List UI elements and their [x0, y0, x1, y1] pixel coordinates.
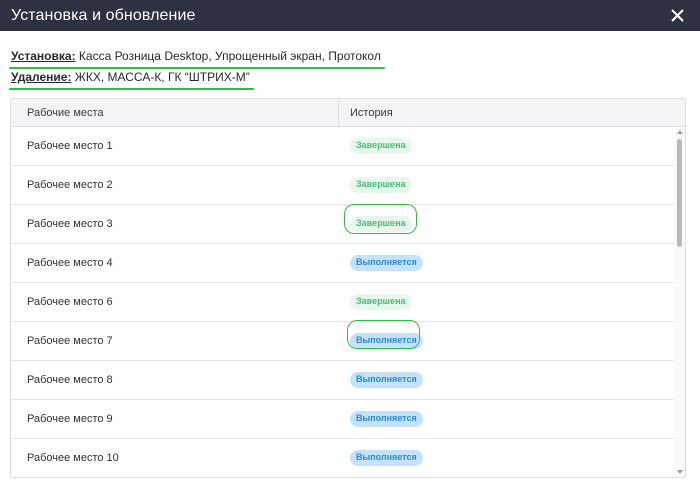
install-line: Установка: Касса Розница Desktop, Упроще… — [9, 47, 385, 69]
table-row[interactable]: Рабочее место 2 Завершена — [11, 166, 685, 205]
table-row[interactable]: Рабочее место 9 Выполняется — [11, 400, 685, 439]
dialog-header: Установка и обновление — [0, 0, 700, 31]
workplace-name: Рабочее место 7 — [27, 335, 113, 347]
status-badge: Выполняется — [350, 255, 423, 271]
column-header-workplaces[interactable]: Рабочие места — [11, 99, 339, 126]
install-info: Установка: Касса Розница Desktop, Упроще… — [9, 47, 385, 90]
status-badge: Выполняется — [350, 450, 423, 466]
status-badge: Завершена — [350, 177, 412, 193]
table-scrollbar[interactable] — [675, 127, 685, 477]
workplace-name: Рабочее место 3 — [27, 218, 113, 230]
table-row[interactable]: Рабочее место 3 Завершена — [11, 204, 685, 244]
status-highlight-box — [344, 204, 417, 234]
table-row[interactable]: Рабочее место 4 Выполняется — [11, 244, 685, 283]
status-highlight-box — [347, 320, 420, 349]
status-badge: Завершена — [350, 294, 412, 310]
status-badge: Выполняется — [350, 372, 423, 388]
workplace-name: Рабочее место 4 — [27, 257, 113, 269]
remove-highlight-underline — [9, 88, 254, 90]
workplace-name: Рабочее место 1 — [27, 140, 113, 152]
remove-label: Удаление: — [11, 70, 72, 84]
status-badge: Завершена — [350, 138, 412, 154]
workplace-name: Рабочее место 2 — [27, 179, 113, 191]
table-header: Рабочие места История — [11, 99, 685, 127]
close-button[interactable] — [670, 8, 686, 24]
table-row[interactable]: Рабочее место 1 Завершена — [11, 127, 685, 166]
workplace-name: Рабочее место 8 — [27, 374, 113, 386]
workplace-name: Рабочее место 9 — [27, 413, 113, 425]
table-row[interactable]: Рабочее место 8 Выполняется — [11, 361, 685, 400]
workplaces-table: Рабочие места История Рабочее место 1 За… — [10, 98, 686, 478]
table-row[interactable]: Рабочее место 7 Выполняется — [11, 320, 685, 361]
workplace-name: Рабочее место 6 — [27, 296, 113, 308]
close-icon — [671, 8, 684, 22]
workplace-name: Рабочее место 10 — [27, 452, 119, 464]
table-body: Рабочее место 1 Завершена Рабочее место … — [11, 127, 685, 477]
table-row[interactable]: Рабочее место 10 Выполняется — [11, 439, 685, 477]
scroll-thumb[interactable] — [677, 139, 682, 247]
install-label: Установка: — [11, 49, 76, 63]
remove-line: Удаление: ЖКХ, МАССА-К, ГК “ШТРИХ-М” — [9, 68, 254, 90]
status-badge: Выполняется — [350, 411, 423, 427]
table-row[interactable]: Рабочее место 6 Завершена — [11, 283, 685, 322]
install-value: Касса Розница Desktop, Упрощенный экран,… — [75, 49, 381, 63]
scroll-up-icon[interactable] — [677, 130, 683, 134]
column-header-history[interactable]: История — [339, 99, 685, 126]
scroll-down-icon[interactable] — [677, 470, 683, 474]
dialog-title: Установка и обновление — [11, 6, 196, 24]
remove-value: ЖКХ, МАССА-К, ГК “ШТРИХ-М” — [71, 70, 250, 84]
